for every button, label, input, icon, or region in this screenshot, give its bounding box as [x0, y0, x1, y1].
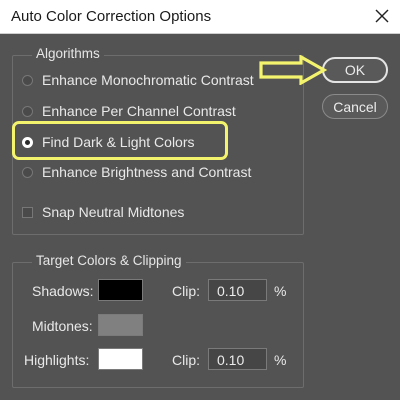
shadows-percent-unit: %	[274, 283, 287, 299]
shadows-clip-input[interactable]: 0.10	[208, 279, 267, 301]
radio-enhance-per-channel[interactable]: Enhance Per Channel Contrast	[22, 101, 236, 121]
radio-enhance-monochromatic[interactable]: Enhance Monochromatic Contrast	[22, 70, 254, 90]
ok-button[interactable]: OK	[322, 57, 388, 83]
arrow-right-icon	[259, 55, 328, 85]
highlight-annotation	[12, 121, 228, 160]
target-colors-legend: Target Colors & Clipping	[32, 253, 186, 268]
highlights-color-swatch[interactable]	[98, 348, 143, 370]
snap-neutral-checkbox[interactable]	[22, 206, 33, 218]
highlights-label: Highlights:	[24, 352, 90, 368]
radio-button[interactable]	[22, 166, 33, 178]
highlights-percent-unit: %	[274, 352, 287, 368]
dialog-title: Auto Color Correction Options	[11, 8, 212, 25]
radio-button[interactable]	[22, 74, 33, 86]
radio-label: Enhance Per Channel Contrast	[42, 103, 236, 119]
close-icon[interactable]	[370, 5, 394, 27]
shadows-color-swatch[interactable]	[98, 279, 143, 301]
highlights-clip-input[interactable]: 0.10	[208, 348, 267, 370]
title-bar: Auto Color Correction Options	[0, 0, 400, 34]
checkbox-label: Snap Neutral Midtones	[42, 204, 185, 220]
shadows-label: Shadows:	[32, 283, 94, 299]
radio-button[interactable]	[22, 105, 33, 117]
midtones-label: Midtones:	[32, 318, 93, 334]
radio-label: Enhance Brightness and Contrast	[42, 164, 252, 180]
midtones-color-swatch[interactable]	[98, 314, 143, 336]
radio-label: Enhance Monochromatic Contrast	[42, 72, 254, 88]
snap-neutral-midtones-checkbox-row[interactable]: Snap Neutral Midtones	[22, 202, 184, 222]
shadows-clip-label: Clip:	[172, 283, 201, 299]
algorithms-legend: Algorithms	[32, 46, 104, 61]
cancel-button[interactable]: Cancel	[322, 94, 388, 119]
radio-enhance-brightness[interactable]: Enhance Brightness and Contrast	[22, 162, 251, 182]
highlights-clip-label: Clip:	[172, 352, 201, 368]
